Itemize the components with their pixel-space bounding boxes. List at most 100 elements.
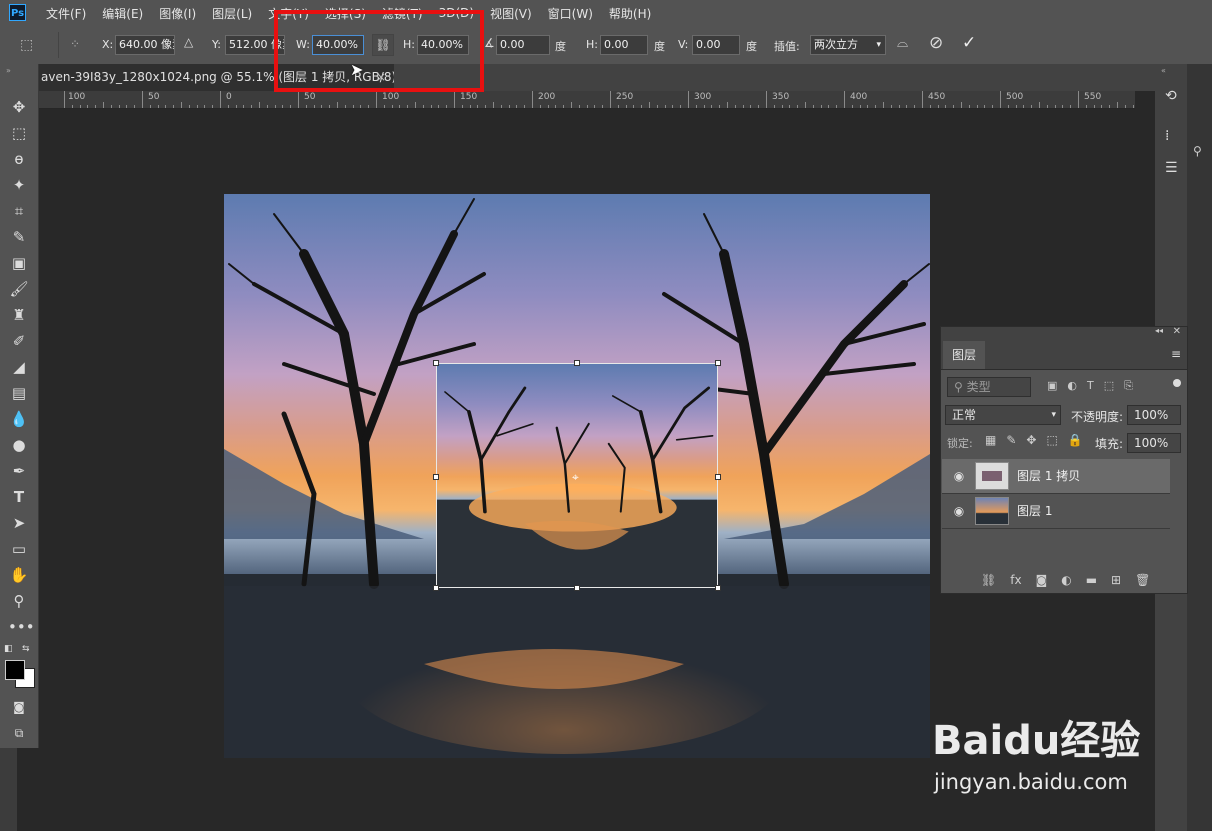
eye-icon[interactable]: ◉: [951, 468, 967, 484]
new-group-icon[interactable]: ▬: [1086, 573, 1097, 587]
brush-settings-icon[interactable]: ⁞: [1165, 128, 1169, 144]
pixel-filter-icon[interactable]: ▣: [1047, 379, 1057, 393]
search-icon[interactable]: ⚲: [1193, 144, 1202, 158]
lock-artboard-icon[interactable]: ⬚: [1046, 433, 1057, 447]
opacity-field[interactable]: 100%: [1127, 405, 1181, 425]
interpolation-select[interactable]: 两次立方 ▾: [810, 35, 886, 55]
path-selection-tool-icon[interactable]: ➤: [8, 512, 30, 534]
cancel-transform-icon[interactable]: ⊘: [929, 33, 943, 53]
layer-name[interactable]: 图层 1 拷贝: [1017, 459, 1080, 493]
marquee-tool-icon[interactable]: ⬚: [8, 122, 30, 144]
screen-mode-icon[interactable]: ⧉: [8, 722, 30, 744]
eye-icon[interactable]: ◉: [951, 503, 967, 519]
panel-menu-icon[interactable]: ≡: [1171, 347, 1181, 361]
close-icon[interactable]: ✕: [1173, 326, 1181, 337]
menu-file[interactable]: 文件(F): [38, 5, 94, 22]
layer-filter-select[interactable]: ⚲ 类型: [947, 377, 1031, 397]
menu-window[interactable]: 窗口(W): [540, 5, 601, 22]
fill-field[interactable]: 100%: [1127, 433, 1181, 453]
warp-icon[interactable]: ⌓: [897, 35, 908, 51]
transform-handle-right[interactable]: [715, 474, 721, 480]
crop-tool-icon[interactable]: ⌗: [8, 200, 30, 222]
adjustments-icon[interactable]: ☰: [1165, 160, 1178, 176]
menu-help[interactable]: 帮助(H): [601, 5, 659, 22]
layer-row[interactable]: ◉ 图层 1 拷贝: [942, 459, 1170, 494]
new-layer-icon[interactable]: ⊞: [1111, 573, 1121, 587]
type-tool-icon[interactable]: T: [8, 486, 30, 508]
transform-handle-top[interactable]: [574, 360, 580, 366]
transform-handle-top-left[interactable]: [433, 360, 439, 366]
transform-handle-bottom[interactable]: [574, 585, 580, 591]
vskew-field[interactable]: 0.00: [692, 35, 740, 55]
transform-handle-left[interactable]: [433, 474, 439, 480]
layer-thumbnail: [975, 497, 1009, 525]
collapse-icon[interactable]: «: [1161, 66, 1181, 75]
transform-bounding-box[interactable]: ⌖: [436, 363, 718, 588]
hand-tool-icon[interactable]: ✋: [8, 564, 30, 586]
ruler-tick: [360, 105, 362, 108]
eraser-tool-icon[interactable]: ◢: [8, 356, 30, 378]
lock-transparent-icon[interactable]: ▦: [985, 433, 996, 447]
x-field[interactable]: 640.00 像素: [115, 35, 175, 55]
add-mask-icon[interactable]: ◙: [1036, 573, 1048, 587]
default-colors-icon[interactable]: ◧: [4, 644, 13, 654]
lock-pixels-icon[interactable]: ✎: [1006, 433, 1016, 447]
type-filter-icon[interactable]: T: [1087, 379, 1094, 393]
blur-tool-icon[interactable]: 💧: [8, 408, 30, 430]
magic-wand-tool-icon[interactable]: ✦: [8, 174, 30, 196]
hskew-field[interactable]: 0.00: [600, 35, 648, 55]
transform-handle-bottom-right[interactable]: [715, 585, 721, 591]
menu-view[interactable]: 视图(V): [482, 5, 540, 22]
ruler-tick: [422, 105, 424, 108]
menu-edit[interactable]: 编辑(E): [94, 5, 151, 22]
layer-style-icon[interactable]: fx: [1010, 573, 1021, 587]
eyedropper-tool-icon[interactable]: ✎: [8, 226, 30, 248]
transform-handle-top-right[interactable]: [715, 360, 721, 366]
move-tool-icon[interactable]: ✥: [8, 96, 30, 118]
ruler-tick: [680, 105, 682, 108]
foreground-color-swatch[interactable]: [5, 660, 25, 680]
lasso-tool-icon[interactable]: ɵ: [8, 148, 30, 170]
collapse-icon[interactable]: ◂◂: [1155, 326, 1163, 335]
lock-position-icon[interactable]: ✥: [1026, 433, 1036, 447]
healing-brush-tool-icon[interactable]: ▣: [8, 252, 30, 274]
menu-layer[interactable]: 图层(L): [204, 5, 260, 22]
smart-object-filter-icon[interactable]: ⎘: [1124, 379, 1133, 393]
layer-name[interactable]: 图层 1: [1017, 494, 1052, 528]
adjustment-layer-icon[interactable]: ◐: [1061, 573, 1071, 587]
transform-handle-bottom-left[interactable]: [433, 585, 439, 591]
history-panel-icon[interactable]: ⟲: [1165, 88, 1177, 104]
dodge-tool-icon[interactable]: ●: [8, 434, 30, 456]
stamp-tool-icon[interactable]: ♜: [8, 304, 30, 326]
quick-mask-icon[interactable]: ◙: [8, 696, 30, 718]
tab-layers[interactable]: 图层: [943, 341, 985, 369]
brush-tool-icon[interactable]: 🖌: [8, 278, 30, 300]
collapse-icon[interactable]: »: [6, 66, 11, 75]
rectangle-tool-icon[interactable]: ▭: [8, 538, 30, 560]
pivot-point-icon[interactable]: ⌖: [572, 470, 579, 485]
history-brush-tool-icon[interactable]: ✐: [8, 330, 30, 352]
shape-filter-icon[interactable]: ⬚: [1104, 379, 1114, 393]
angle-field[interactable]: 0.00: [496, 35, 550, 55]
pen-tool-icon[interactable]: ✒: [8, 460, 30, 482]
delete-layer-icon[interactable]: 🗑: [1135, 573, 1150, 587]
swap-colors-icon[interactable]: ⇆: [22, 644, 30, 654]
ruler-tick: [555, 105, 557, 108]
layer-row[interactable]: ◉ 图层 1: [942, 494, 1170, 529]
link-layers-icon[interactable]: ⛓: [981, 573, 996, 587]
reference-point-icon[interactable]: ⁘: [70, 35, 88, 53]
ruler-tick: [859, 105, 861, 108]
more-tools-icon[interactable]: •••: [8, 616, 35, 638]
gradient-tool-icon[interactable]: ▤: [8, 382, 30, 404]
blend-mode-select[interactable]: 正常 ▾: [945, 405, 1061, 425]
commit-transform-icon[interactable]: ✓: [962, 33, 976, 53]
filter-toggle-icon[interactable]: [1173, 379, 1181, 387]
ruler-tick: [196, 105, 198, 108]
filter-type-label: 类型: [966, 380, 991, 394]
ruler-tick: [547, 105, 549, 108]
lock-all-icon[interactable]: 🔒: [1068, 433, 1083, 447]
delta-icon[interactable]: △: [184, 35, 193, 49]
menu-image[interactable]: 图像(I): [151, 5, 204, 22]
zoom-tool-icon[interactable]: ⚲: [8, 590, 30, 612]
adjustment-filter-icon[interactable]: ◐: [1067, 379, 1077, 393]
